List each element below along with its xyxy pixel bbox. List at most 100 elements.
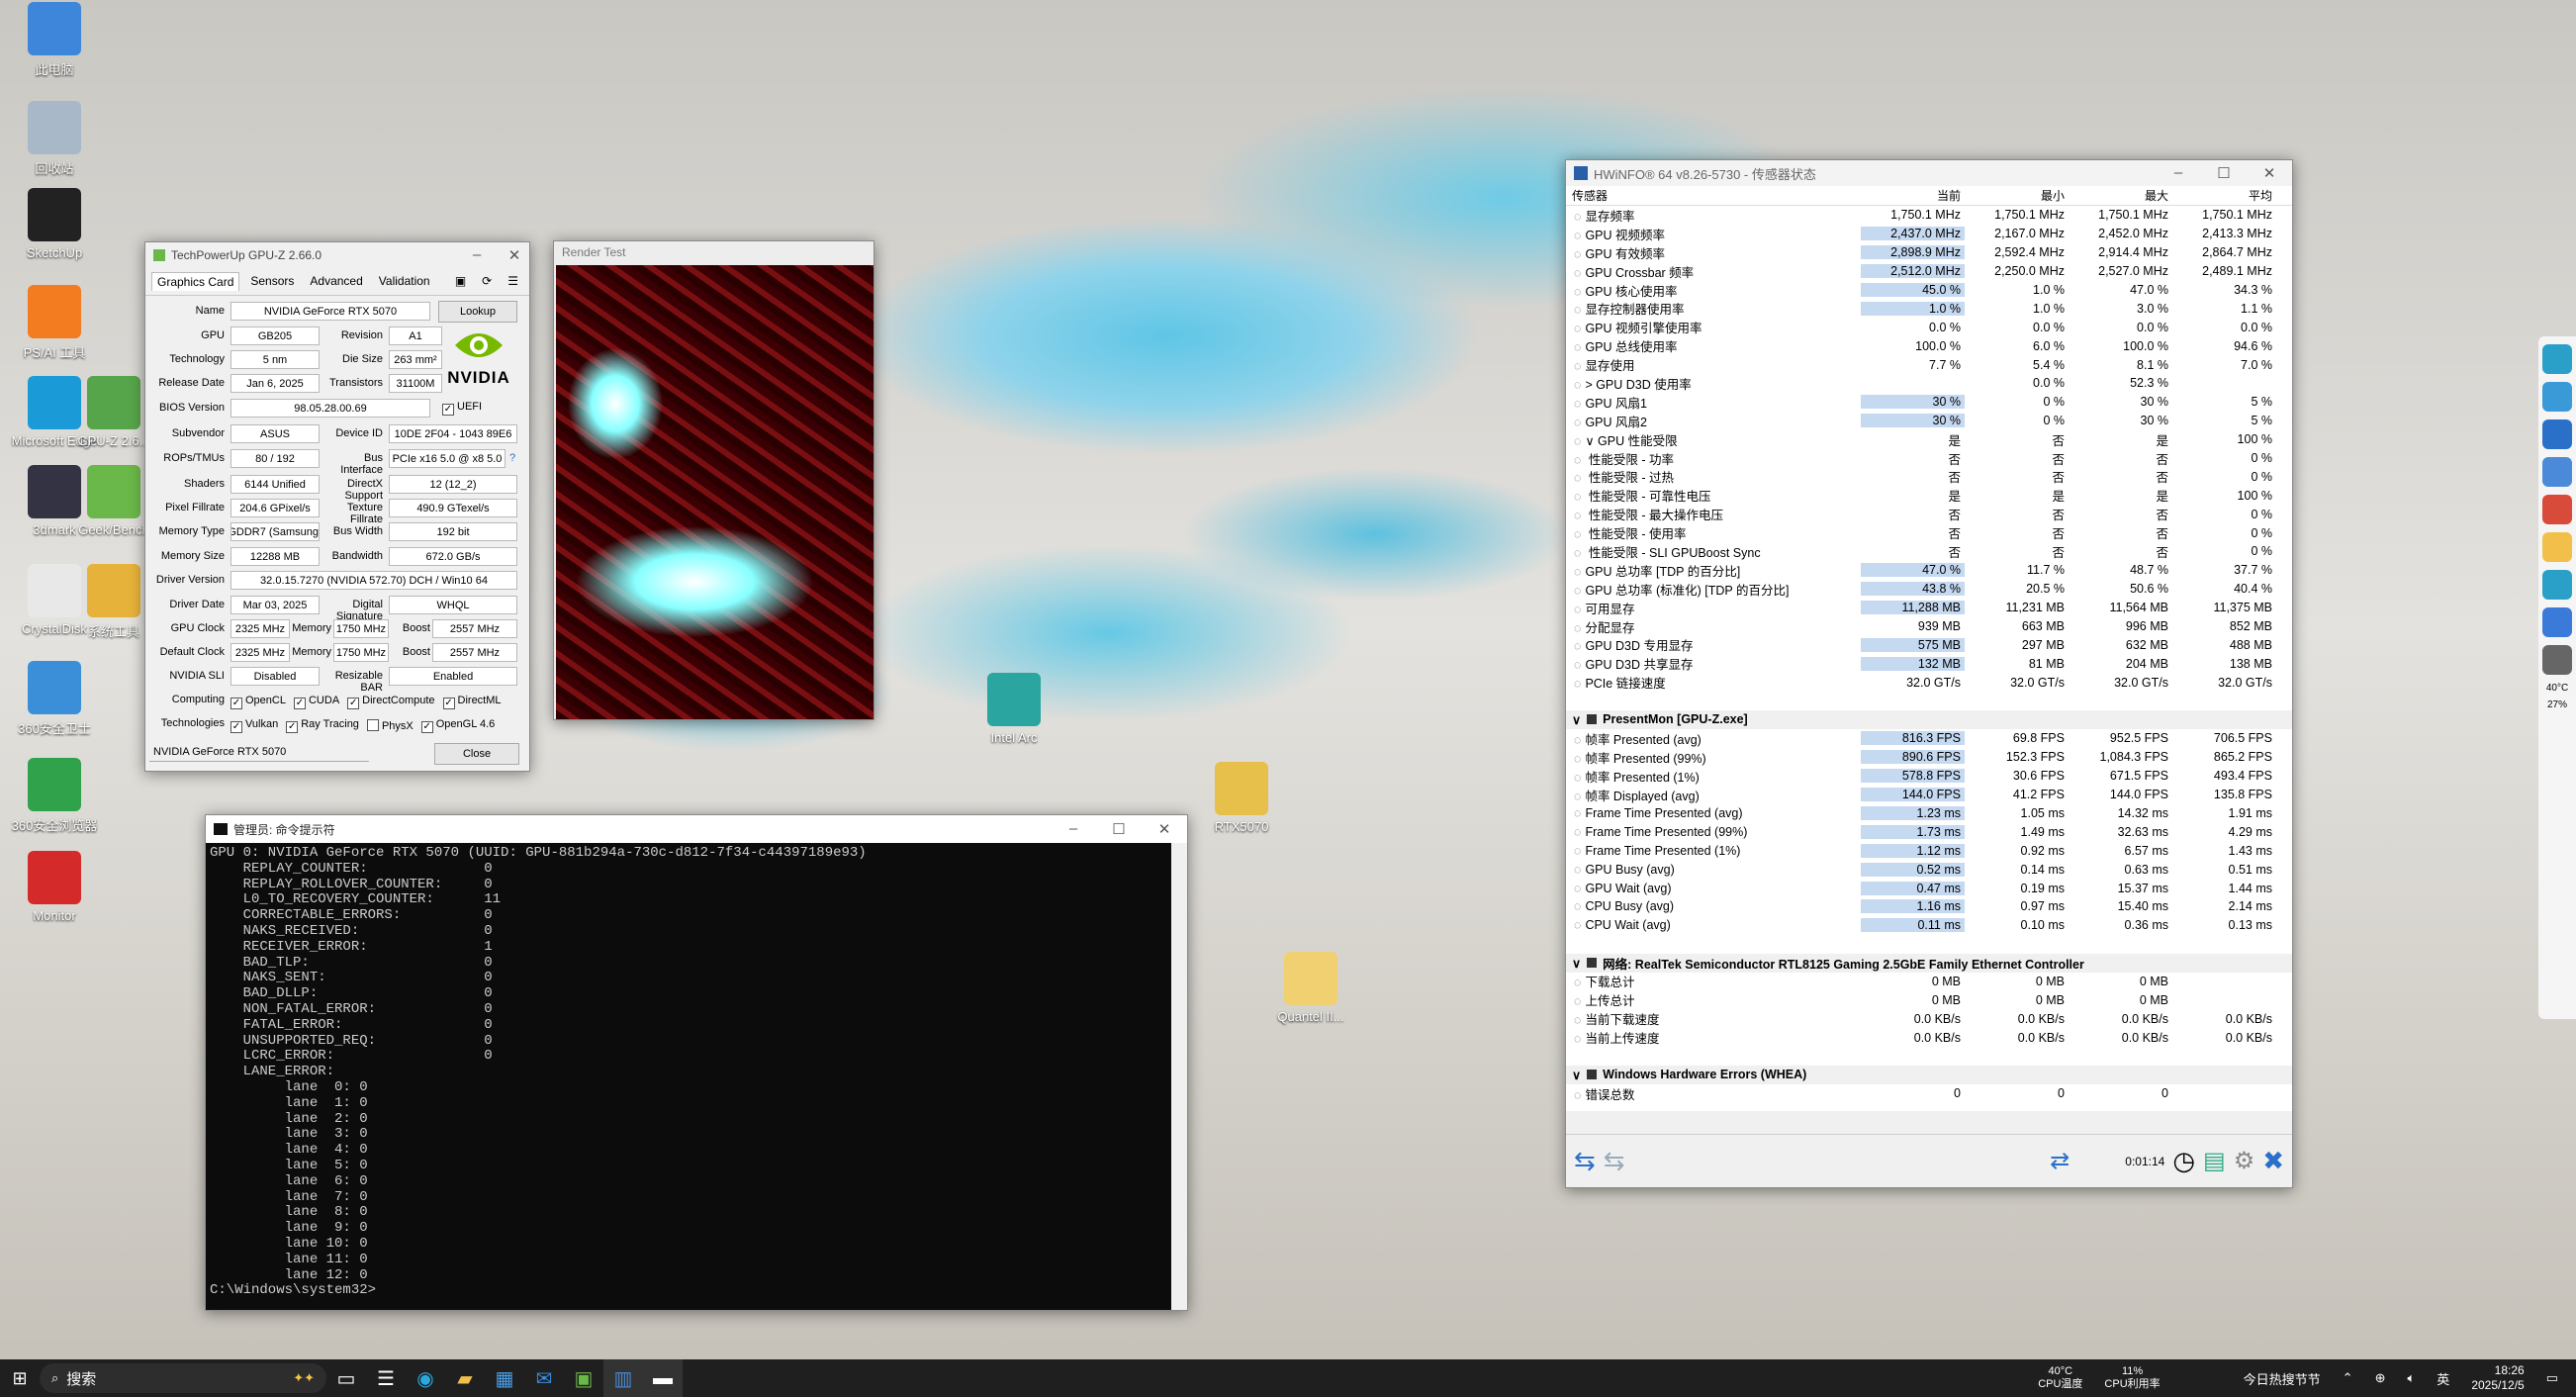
sensor-row[interactable]: ◌ GPU Busy (avg) 0.52 ms 0.14 ms 0.63 ms 0.51…	[1566, 860, 2292, 879]
col-max[interactable]: 最大	[2069, 187, 2172, 204]
report-icon[interactable]: ▤	[2203, 1147, 2226, 1175]
tab-validation[interactable]: Validation	[374, 272, 435, 291]
clock-icon[interactable]: ◷	[2172, 1146, 2195, 1176]
tab-advanced[interactable]: Advanced	[305, 272, 367, 291]
sidebar-app-icon[interactable]	[2542, 344, 2572, 374]
sensor-row[interactable]: ◌ GPU 总线使用率 100.0 % 6.0 % 100.0 % 94.6 %	[1566, 336, 2292, 355]
collapse-icon[interactable]: ∨	[1572, 956, 1581, 971]
close-button[interactable]: ✕	[1142, 820, 1187, 838]
sensor-row[interactable]: ◌ GPU 风扇2 30 % 0 % 30 % 5 %	[1566, 412, 2292, 430]
sidebar-app-icon[interactable]	[2542, 495, 2572, 524]
hwinfo-window[interactable]: HWiNFO® 64 v8.26-5730 - 传感器状态 – ☐ ✕ 传感器 当前…	[1565, 159, 2293, 1188]
sensor-row[interactable]: ◌ GPU 总功率 (标准化) [TDP 的百分比] 43.8 % 20.5 % 50.…	[1566, 580, 2292, 599]
sensor-row[interactable]: ◌ 性能受限 - SLI GPUBoost Sync 否 否 否 0 %	[1566, 542, 2292, 561]
sidebar-app-icon[interactable]	[2542, 645, 2572, 675]
cmd-taskbar-icon[interactable]: ▬	[643, 1359, 683, 1397]
sensor-row[interactable]: ◌ 显存控制器使用率 1.0 % 1.0 % 3.0 % 1.1 %	[1566, 299, 2292, 318]
notification-icon[interactable]: ▭	[2546, 1370, 2558, 1386]
desktop-icon[interactable]: PS/AI 工具	[0, 285, 109, 361]
sensor-row[interactable]: ◌ 性能受限 - 使用率 否 否 否 0 %	[1566, 523, 2292, 542]
network-icon[interactable]: ⊕	[2375, 1370, 2386, 1386]
lookup-button[interactable]: Lookup	[438, 301, 517, 323]
ime-indicator[interactable]: 英	[2437, 1369, 2449, 1388]
desktop-icon[interactable]: 360安全卫士	[0, 661, 109, 737]
sensor-row[interactable]: ◌ 帧率 Presented (99%) 890.6 FPS 152.3 FPS 1,0…	[1566, 748, 2292, 767]
sensor-row[interactable]: ◌ GPU 核心使用率 45.0 % 1.0 % 47.0 % 34.3 %	[1566, 281, 2292, 300]
menu-icon[interactable]: ☰	[503, 272, 523, 291]
sensor-row[interactable]: ◌ 性能受限 - 过热 否 否 否 0 %	[1566, 467, 2292, 486]
sensor-row[interactable]: ◌ 性能受限 - 可靠性电压 是 是 是 100 %	[1566, 486, 2292, 505]
file-explorer-icon[interactable]: ▰	[445, 1359, 485, 1397]
sensor-row[interactable]: ◌ GPU D3D 专用显存 575 MB 297 MB 632 MB 488 MB	[1566, 635, 2292, 654]
sidebar-app-icon[interactable]	[2542, 457, 2572, 487]
volume-icon[interactable]: 🔈︎	[2407, 1370, 2415, 1386]
sensor-row[interactable]: ◌ GPU 总功率 [TDP 的百分比] 47.0 % 11.7 % 48.7 % 37.…	[1566, 561, 2292, 580]
refresh-icon[interactable]: ⟳	[477, 272, 497, 291]
desktop-icon[interactable]: RTX5070	[1187, 762, 1296, 834]
checkbox[interactable]: ✓ Vulkan	[230, 718, 278, 733]
task-view-icon[interactable]: ▭	[326, 1359, 366, 1397]
close-button[interactable]: ✕	[2247, 164, 2292, 182]
checkbox[interactable]: ✓ CUDA	[293, 695, 339, 709]
col-min[interactable]: 最小	[1965, 187, 2069, 204]
clock[interactable]: 18:26 2025/12/5	[2471, 1363, 2524, 1393]
collapse-icon[interactable]: ∨	[1572, 1068, 1581, 1082]
desktop-icon[interactable]: SketchUp	[0, 188, 109, 260]
sensor-row[interactable]: ◌ GPU Crossbar 频率 2,512.0 MHz 2,250.0 MHz 2,…	[1566, 262, 2292, 281]
chevron-up-icon[interactable]: ⌃	[2343, 1370, 2353, 1386]
sensor-row[interactable]: ◌ 上传总计 0 MB 0 MB 0 MB	[1566, 990, 2292, 1009]
gpu-select[interactable]: NVIDIA GeForce RTX 5070	[149, 743, 369, 762]
close-sensors-icon[interactable]: ✖	[2262, 1146, 2284, 1176]
edge-icon[interactable]: ◉	[406, 1359, 445, 1397]
checkbox[interactable]: ✓ Ray Tracing	[286, 718, 359, 733]
desktop-icon[interactable]: Intel Arc	[960, 673, 1068, 745]
sensor-row[interactable]: ◌ GPU D3D 共享显存 132 MB 81 MB 204 MB 138 MB	[1566, 654, 2292, 673]
minimize-button[interactable]: –	[2156, 164, 2201, 182]
desktop-icon[interactable]: 360安全浏览器	[0, 758, 109, 834]
sensor-row[interactable]: ◌ PCIe 链接速度 32.0 GT/s 32.0 GT/s 32.0 GT/s 32.…	[1566, 673, 2292, 692]
minimize-button[interactable]: –	[1051, 820, 1096, 838]
sensor-row[interactable]: ◌ 帧率 Presented (avg) 816.3 FPS 69.8 FPS 952.…	[1566, 729, 2292, 748]
cmd-window[interactable]: 管理员: 命令提示符 – ☐ ✕ GPU 0: NVIDIA GeForce RTX…	[205, 814, 1188, 1311]
sensor-row[interactable]: ◌ GPU 视频引擎使用率 0.0 % 0.0 % 0.0 % 0.0 %	[1566, 318, 2292, 336]
sensor-row[interactable]: ◌ 可用显存 11,288 MB 11,231 MB 11,564 MB 11,375 M…	[1566, 599, 2292, 617]
widgets-icon[interactable]: ☰	[366, 1359, 406, 1397]
checkbox[interactable]: ✓ OpenGL 4.6	[420, 718, 495, 733]
sidebar-app-icon[interactable]	[2542, 570, 2572, 600]
maximize-button[interactable]: ☐	[2201, 164, 2247, 182]
sensor-row[interactable]: ◌ GPU 有效频率 2,898.9 MHz 2,592.4 MHz 2,914.4 M…	[1566, 243, 2292, 262]
sidebar-app-icon[interactable]	[2542, 419, 2572, 449]
sensor-row[interactable]: ◌ 下载总计 0 MB 0 MB 0 MB	[1566, 973, 2292, 991]
bus-help-icon[interactable]: ?	[509, 452, 515, 464]
checkbox[interactable]: ✓ DirectML	[442, 695, 502, 709]
sensor-row[interactable]: ◌ GPU 风扇1 30 % 0 % 30 % 5 %	[1566, 393, 2292, 412]
gpuz-window[interactable]: TechPowerUp GPU-Z 2.66.0 – ✕ Graphics Car…	[144, 241, 530, 772]
sensor-row[interactable]: ◌ 分配显存 939 MB 663 MB 996 MB 852 MB	[1566, 617, 2292, 636]
camera-icon[interactable]: ▣	[450, 272, 471, 291]
hwinfo-taskbar-icon[interactable]: ▥	[603, 1359, 643, 1397]
col-current[interactable]: 当前	[1861, 187, 1965, 204]
render-canvas[interactable]	[556, 265, 874, 719]
sensor-row[interactable]: ◌ Frame Time Presented (1%) 1.12 ms 0.92 ms…	[1566, 841, 2292, 860]
sensor-row[interactable]: ◌ Frame Time Presented (avg) 1.23 ms 1.05 m…	[1566, 804, 2292, 823]
nav-left-icon[interactable]: ⇆	[1574, 1146, 1596, 1176]
store-icon[interactable]: ▦	[485, 1359, 524, 1397]
sensor-row[interactable]: ◌ 帧率 Presented (1%) 578.8 FPS 30.6 FPS 671.5…	[1566, 767, 2292, 786]
close-button[interactable]: Close	[434, 743, 519, 765]
sensor-row[interactable]: ◌ 性能受限 - 功率 否 否 否 0 %	[1566, 449, 2292, 468]
nav-right-icon[interactable]: ⇆	[1604, 1146, 1625, 1176]
cpu-temp-widget[interactable]: 40°C CPU温度	[2038, 1365, 2082, 1391]
sensor-group-header[interactable]: ∨ 网络: RealTek Semiconductor RTL8125 Gamin…	[1566, 953, 2292, 973]
desktop-icon[interactable]: 此电脑	[0, 2, 109, 78]
cmd-output[interactable]: GPU 0: NVIDIA GeForce RTX 5070 (UUID: GP…	[206, 843, 1187, 1308]
sensor-row[interactable]: ◌ CPU Wait (avg) 0.11 ms 0.10 ms 0.36 ms 0.13…	[1566, 916, 2292, 935]
checkbox[interactable]: PhysX	[366, 718, 414, 732]
sensor-row[interactable]: ◌ CPU Busy (avg) 1.16 ms 0.97 ms 15.40 ms 2.1…	[1566, 897, 2292, 916]
sidebar-app-icon[interactable]	[2542, 607, 2572, 637]
sensor-row[interactable]: ◌ > GPU D3D 使用率 0.0 % 52.3 %	[1566, 374, 2292, 393]
minimize-button[interactable]: –	[454, 246, 500, 264]
uefi-checkbox[interactable]: ✓ UEFI	[442, 401, 482, 416]
settings-icon[interactable]: ⚙	[2234, 1147, 2255, 1175]
sensor-row[interactable]: ◌ GPU 视频频率 2,437.0 MHz 2,167.0 MHz 2,452.0 M…	[1566, 225, 2292, 243]
sensor-row[interactable]: ◌ 帧率 Displayed (avg) 144.0 FPS 41.2 FPS 144.…	[1566, 786, 2292, 804]
